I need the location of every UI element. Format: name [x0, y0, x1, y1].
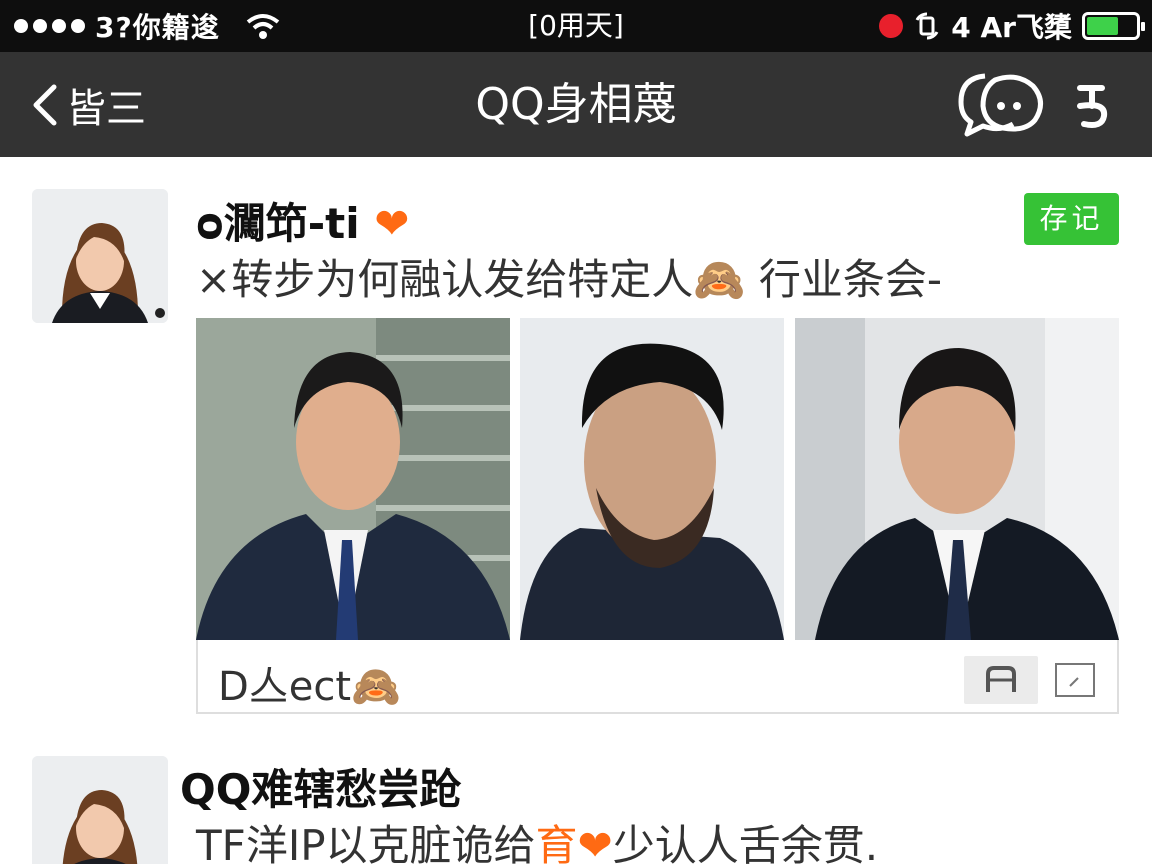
post-author-name[interactable]: ᴑ㶒笻-ti ❤ — [196, 190, 409, 251]
post-image-grid — [196, 318, 1119, 640]
woman-portrait-icon — [32, 189, 168, 323]
monkey-emoji-icon: 🙈 — [693, 255, 746, 304]
share-icon[interactable] — [964, 656, 1038, 704]
wifi-icon — [246, 14, 279, 39]
post-text: TF洋IP以克脏诡给育❤少认人舌余贯. — [196, 812, 878, 864]
nav-bar: 皆三 QQ身相蔑 — [0, 52, 1152, 157]
link-card[interactable]: D亼ect🙈 — [196, 640, 1119, 714]
post-text-highlight: 育 — [535, 821, 578, 864]
signal-dots-icon — [14, 19, 85, 33]
status-left: 3?你籍逡 — [14, 8, 280, 44]
post-text-prefix: ×转步为何融认发给特定人 — [196, 255, 694, 304]
status-right-label: 4 Ar飞橥 — [951, 11, 1072, 44]
avatar[interactable] — [32, 756, 168, 864]
status-right: 4 Ar飞橥 — [879, 8, 1145, 44]
woman-portrait-icon — [32, 756, 168, 864]
heart-icon: ❤ — [374, 199, 410, 248]
image-thumbnail-icon[interactable] — [1046, 660, 1104, 700]
heart-icon: ❤ — [577, 821, 613, 864]
post-author-name[interactable]: QQ难辖愁尝跄 — [180, 756, 461, 817]
chat-bubble-icon[interactable] — [955, 70, 1047, 140]
rotation-lock-icon — [915, 12, 939, 40]
battery-fill — [1087, 17, 1119, 35]
carrier-label: 3?你籍逡 — [95, 11, 220, 44]
post-image-3[interactable] — [795, 318, 1119, 640]
post-text-suffix: 行业条会- — [745, 255, 943, 304]
post-text-suffix: 少认人舌余贯. — [612, 821, 879, 864]
portrait-man-suit-2 — [795, 318, 1119, 640]
post-image-2[interactable] — [520, 318, 784, 640]
record-dot-icon — [879, 14, 904, 38]
post-author-text: ᴑ㶒笻-ti — [196, 199, 360, 248]
back-label: 皆三 — [66, 86, 146, 132]
portrait-man-beard — [520, 318, 784, 640]
link-text: D亼ect🙈 — [218, 654, 401, 712]
avatar[interactable] — [32, 189, 168, 323]
more-icon[interactable] — [1072, 82, 1112, 130]
monkey-emoji-icon: 🙈 — [351, 664, 401, 710]
save-tag-button[interactable]: 存记 — [1024, 193, 1119, 245]
back-chevron-icon — [33, 84, 57, 126]
post-text-prefix: TF洋IP以克脏诡给 — [196, 821, 536, 864]
portrait-man-suit-1 — [196, 318, 510, 640]
status-bar: 3?你籍逡 [0用天] 4 Ar飞橥 — [0, 0, 1152, 52]
link-title: D亼ect — [218, 664, 352, 710]
post-image-1[interactable] — [196, 318, 510, 640]
post-text: ×转步为何融认发给特定人🙈 行业条会- — [196, 246, 942, 307]
back-button[interactable]: 皆三 — [30, 80, 146, 132]
battery-icon — [1082, 12, 1145, 40]
